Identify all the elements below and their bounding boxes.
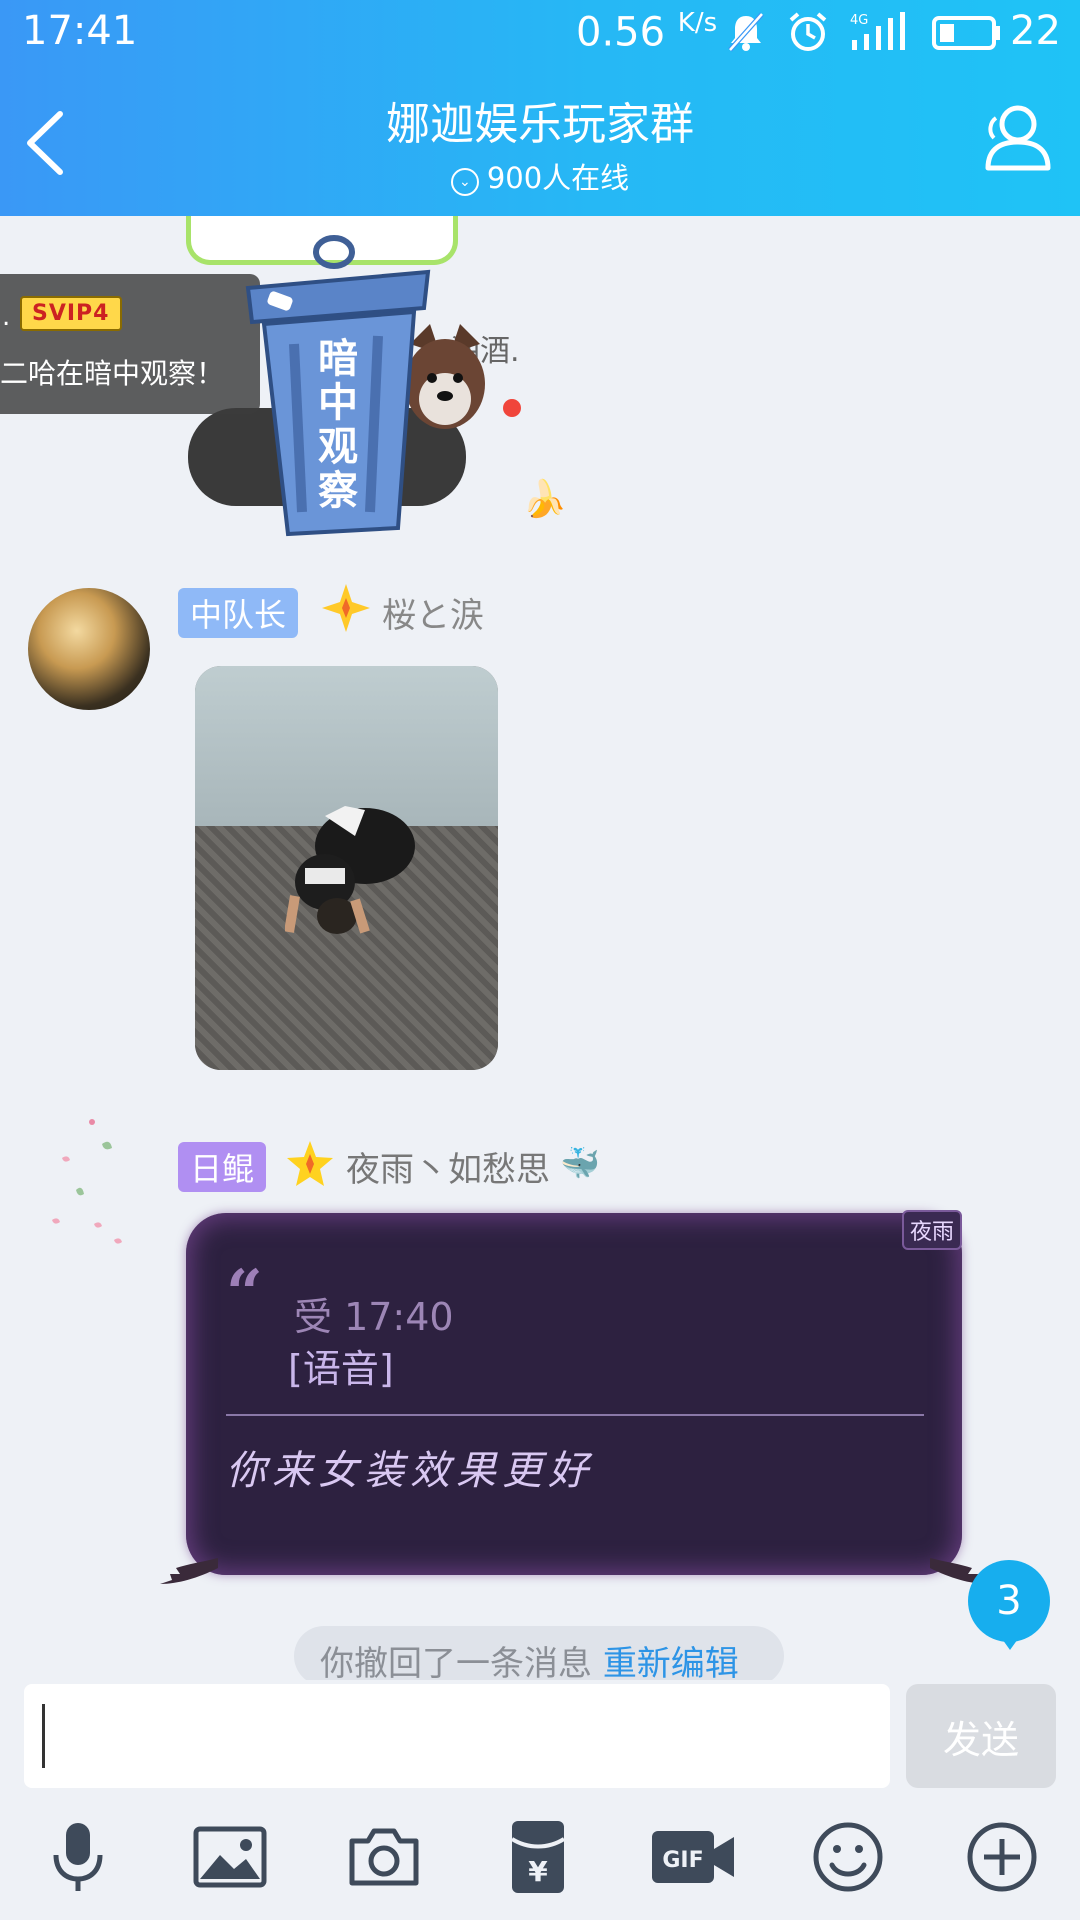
signal-4g-icon: 4G (850, 12, 905, 50)
status-time: 17:41 (22, 8, 138, 54)
quote-divider (226, 1414, 924, 1416)
input-bar: 发送 (0, 1680, 1080, 1795)
unread-dot (503, 399, 521, 417)
chat-area[interactable]: 油酒. 🍌 . SVIP4 二哈在暗中观察！ 暗中观察 中队长 桜と涙 日鲲 夜… (0, 216, 1080, 1680)
image-icon[interactable] (190, 1817, 270, 1897)
re-edit-link[interactable]: 重新编辑 (603, 1644, 739, 1684)
svip-badge: SVIP4 (20, 296, 122, 331)
emoji-icon[interactable] (808, 1817, 888, 1897)
page-title: 娜迦娱乐玩家群 (386, 99, 694, 150)
image-message[interactable] (195, 666, 498, 1070)
status-battery-level: 22 (1010, 8, 1061, 54)
sender-name[interactable]: 桜と涙 (382, 588, 484, 637)
status-net-unit: K/s (677, 8, 718, 38)
recall-notice: 你撤回了一条消息 重新编辑 (294, 1626, 784, 1686)
svg-text:GIF: GIF (662, 1848, 703, 1873)
chevron-down-icon: ⌄ (450, 168, 479, 196)
avatar[interactable] (28, 588, 150, 710)
online-count-label: 900人在线 (486, 161, 630, 195)
sender-name[interactable]: 夜雨丶如愁思 (346, 1142, 550, 1191)
red-packet-icon[interactable]: ¥ (498, 1817, 578, 1897)
vip-notification-text: 二哈在暗中观察！ (0, 357, 225, 390)
whale-icon: 🐳 (560, 1144, 600, 1182)
quoted-message-meta: 受 17:40 (294, 1295, 454, 1339)
gif-icon[interactable]: GIF (650, 1817, 736, 1897)
trash-sticker-text: 暗中观察 (318, 336, 358, 514)
bubble-name-tag: 夜雨 (902, 1210, 963, 1250)
send-button[interactable]: 发送 (906, 1684, 1056, 1788)
petal-decoration-icon (52, 1119, 122, 1244)
recall-notice-text: 你撤回了一条消息 重新编辑 (320, 1636, 739, 1685)
vip-prefix: . (2, 302, 11, 332)
app-header: 17:41 0.56 K/s 4G 22 娜迦娱乐玩家群 ⌄ 900人在线 (0, 0, 1080, 216)
member-title-tag: 日鲲 (178, 1142, 267, 1192)
mic-icon[interactable] (38, 1817, 118, 1897)
message-text: 你来女装效果更好 (226, 1448, 594, 1494)
badge-tail (1000, 1636, 1020, 1650)
level-star-icon (322, 584, 370, 632)
kneeling-person-figure (285, 806, 415, 934)
group-members-button[interactable] (976, 98, 1056, 178)
chat-toolbar: ¥ GIF (0, 1795, 1080, 1920)
member-title-tag: 中队长 (178, 588, 299, 638)
banana-icon: 🍌 (522, 479, 567, 520)
bat-wing-left-icon (160, 1558, 218, 1584)
camera-icon[interactable] (344, 1817, 424, 1897)
battery-icon (932, 16, 1000, 50)
plus-icon[interactable] (962, 1817, 1042, 1897)
quoted-message-content[interactable]: [语音] (288, 1338, 394, 1393)
mute-bell-icon (728, 12, 764, 52)
alarm-icon (789, 12, 827, 51)
text-message-bubble[interactable] (186, 1213, 962, 1575)
unread-count-badge[interactable]: 3 (968, 1560, 1050, 1642)
svg-text:4G: 4G (850, 13, 868, 28)
trash-can-sticker-icon: 暗中观察 (245, 235, 431, 537)
message-input[interactable] (24, 1684, 890, 1788)
vip-notification: . SVIP4 二哈在暗中观察！ (0, 274, 260, 414)
level-star-icon (287, 1141, 333, 1186)
quote-icon: “ (226, 1256, 263, 1331)
svg-text:¥: ¥ (528, 1855, 548, 1888)
status-net-speed: 0.56 K/s (576, 8, 718, 56)
online-count[interactable]: ⌄ 900人在线 (0, 155, 1080, 197)
recall-message: 你撤回了一条消息 (320, 1644, 592, 1684)
text-caret (42, 1704, 45, 1768)
